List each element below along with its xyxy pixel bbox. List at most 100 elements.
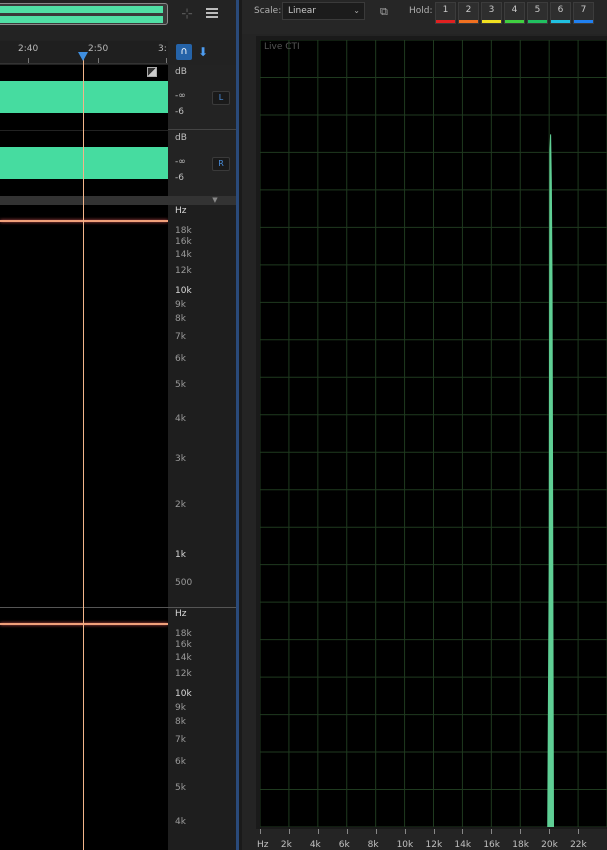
- hz-label: 16k: [175, 640, 192, 650]
- hz-label: 10k: [175, 286, 192, 296]
- hold-button-label: 6: [557, 5, 564, 15]
- time-ruler-label: 3:: [158, 44, 167, 54]
- channel-left-button[interactable]: L: [212, 91, 230, 105]
- hold-button-label: 5: [534, 5, 541, 15]
- live-cti-label: Live CTI: [264, 42, 300, 52]
- db-mark: -∞: [175, 157, 186, 167]
- snap-magnet-icon[interactable]: ∩: [176, 44, 192, 60]
- hold-button-1[interactable]: 1: [435, 2, 456, 24]
- db-scale-left: dB -∞ -6 L: [168, 65, 236, 130]
- hz-scale-left: Hz 18k 16k 14k 12k 10k 9k 8k 7k 6k 5k 4k…: [168, 205, 236, 607]
- hz-label: 6k: [175, 354, 186, 364]
- spectral-peak-line: [0, 220, 168, 222]
- view-divider[interactable]: [0, 196, 236, 205]
- spectrum-peak: [547, 134, 555, 827]
- hold-button-label: 3: [488, 5, 495, 15]
- hold-button-5[interactable]: 5: [527, 2, 548, 24]
- db-mark: -∞: [175, 91, 186, 101]
- frequency-axis-label: 18k: [512, 840, 529, 850]
- axis-tick: [346, 829, 348, 834]
- axis-tick: [375, 829, 377, 834]
- hz-label: 500: [175, 578, 193, 588]
- overview-scrollbar[interactable]: [0, 3, 168, 25]
- frequency-axis-label: Hz: [257, 840, 269, 850]
- axis-tick: [549, 829, 551, 834]
- hz-label: 8k: [175, 314, 186, 324]
- hz-label: 14k: [175, 250, 192, 260]
- hold-button-2[interactable]: 2: [458, 2, 479, 24]
- hz-label: 16k: [175, 237, 192, 247]
- hold-color-swatch: [551, 20, 570, 23]
- hz-unit-label: Hz: [175, 206, 187, 216]
- hz-unit-label: Hz: [175, 609, 187, 619]
- frequency-plot[interactable]: [260, 40, 607, 827]
- hz-label: 10k: [175, 689, 192, 699]
- hold-button-4[interactable]: 4: [504, 2, 525, 24]
- hz-label: 7k: [175, 332, 186, 342]
- axis-tick: [433, 829, 435, 834]
- hold-color-swatch: [528, 20, 547, 23]
- list-menu-icon[interactable]: [204, 5, 220, 21]
- playback-cursor[interactable]: [83, 52, 84, 850]
- hz-label: 7k: [175, 735, 186, 745]
- hz-label: 3k: [175, 454, 186, 464]
- ruler-tick: [98, 58, 99, 63]
- hz-label: 5k: [175, 783, 186, 793]
- hold-button-7[interactable]: 7: [573, 2, 594, 24]
- hold-button-label: 1: [442, 5, 449, 15]
- db-unit-label: dB: [175, 67, 187, 77]
- hold-color-swatch: [505, 20, 524, 23]
- marker-pin-icon[interactable]: ⬇: [195, 44, 211, 60]
- hold-button-label: 2: [465, 5, 472, 15]
- hz-label: 18k: [175, 629, 192, 639]
- overlay-copy-icon[interactable]: ⧉: [380, 5, 394, 19]
- hz-label: 9k: [175, 703, 186, 713]
- hz-label: 5k: [175, 380, 186, 390]
- waveform-channel-left[interactable]: [0, 65, 168, 130]
- frequency-axis-label: 6k: [338, 840, 350, 850]
- playhead-handle[interactable]: [78, 52, 88, 62]
- db-unit-label: dB: [175, 133, 187, 143]
- frequency-axis-label: 8k: [367, 840, 379, 850]
- frequency-axis-label: 20k: [541, 840, 558, 850]
- frequency-axis-label: 12k: [425, 840, 443, 850]
- axis-tick: [317, 829, 319, 834]
- db-mark: -6: [175, 107, 184, 117]
- chevron-down-icon[interactable]: ▼: [210, 196, 220, 205]
- frequency-axis-label: 4k: [309, 840, 321, 850]
- spectral-display-left[interactable]: [0, 205, 168, 607]
- hold-color-swatch: [436, 20, 455, 23]
- frequency-axis-label: 2k: [280, 840, 292, 850]
- spectral-peak-line: [0, 623, 168, 625]
- hz-label: 12k: [175, 669, 192, 679]
- waveform-channel-right[interactable]: [0, 131, 168, 196]
- hold-color-swatch: [574, 20, 593, 23]
- collapse-icon[interactable]: [147, 67, 157, 77]
- hz-label: 12k: [175, 266, 192, 276]
- scale-dropdown[interactable]: Linear ⌄: [282, 2, 365, 20]
- frequency-axis-label: 10k: [396, 840, 414, 850]
- hz-scale-right: Hz 18k 16k 14k 12k 10k 9k 8k 7k 6k 5k 4k: [168, 608, 236, 850]
- frequency-axis-label: 16k: [483, 840, 500, 850]
- frequency-axis-label: 14k: [454, 840, 472, 850]
- hz-label: 2k: [175, 500, 186, 510]
- hold-label: Hold:: [409, 6, 433, 16]
- hold-button-6[interactable]: 6: [550, 2, 571, 24]
- hz-label: 14k: [175, 653, 192, 663]
- axis-tick: [578, 829, 580, 834]
- db-mark: -6: [175, 173, 184, 183]
- axis-tick: [520, 829, 522, 834]
- hz-label: 1k: [175, 550, 186, 560]
- hold-button-3[interactable]: 3: [481, 2, 502, 24]
- spectral-display-right[interactable]: [0, 608, 168, 850]
- hold-button-label: 4: [511, 5, 518, 15]
- waveform-left-fill: [0, 81, 168, 113]
- db-scale-right: dB -∞ -6 R: [168, 131, 236, 196]
- zoom-navigator-icon[interactable]: ⊹: [178, 5, 196, 23]
- hold-color-swatch: [482, 20, 501, 23]
- hz-label: 8k: [175, 717, 186, 727]
- channel-right-button[interactable]: R: [212, 157, 230, 171]
- time-ruler-label: 2:50: [88, 44, 109, 54]
- axis-tick: [260, 829, 261, 834]
- hz-label: 6k: [175, 757, 186, 767]
